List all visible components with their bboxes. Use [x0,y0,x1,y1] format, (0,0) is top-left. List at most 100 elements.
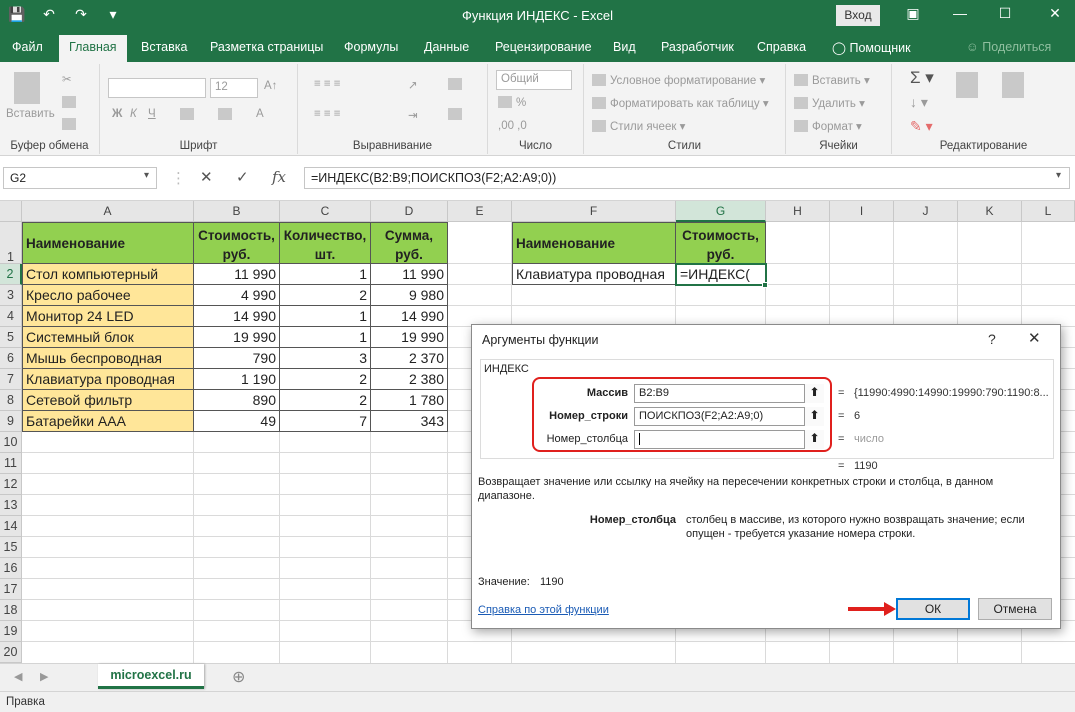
table-cell-name[interactable]: Батарейки ААА [22,411,194,432]
maximize-icon[interactable]: ☐ [990,5,1020,22]
table-cell[interactable]: 19 990 [194,327,280,348]
fill-icon[interactable]: ↓ ▾ [910,94,928,111]
font-name-select[interactable] [108,78,206,98]
table-cell[interactable]: 9 980 [371,285,448,306]
table-cell[interactable]: 790 [194,348,280,369]
table-cell[interactable]: 2 [280,390,371,411]
format-cells-button[interactable]: Формат ▾ [794,119,862,133]
row-header[interactable]: 3 [0,285,22,306]
table-cell-name[interactable]: Мышь беспроводная [22,348,194,369]
decimal-icon[interactable]: ,00 ,0 [498,120,527,132]
table-header-cell[interactable]: Сумма, руб. [371,222,448,264]
format-table-button[interactable]: Форматировать как таблицу ▾ [592,96,769,110]
column-header[interactable]: D [371,201,448,222]
grow-font-icon[interactable]: A↑ [264,80,277,92]
fill-color-icon[interactable] [218,108,236,121]
column-header[interactable]: F [512,201,676,222]
paste-icon[interactable] [14,72,40,104]
table-cell[interactable]: 14 990 [194,306,280,327]
orientation-icon[interactable]: ↗ [408,78,418,92]
table-cell[interactable]: 1 780 [371,390,448,411]
column-header-selected[interactable]: G [676,201,766,222]
table-cell[interactable]: 1 190 [194,369,280,390]
fill-handle[interactable] [762,282,768,288]
row-header[interactable]: 14 [0,516,22,537]
align-left-icon[interactable]: ≡ ≡ ≡ [314,108,341,120]
cell-styles-button[interactable]: Стили ячеек ▾ [592,119,685,133]
column-header[interactable]: A [22,201,194,222]
table-cell-name[interactable]: Кресло рабочее [22,285,194,306]
table-cell[interactable]: 11 990 [194,264,280,285]
font-size-select[interactable]: 12 [210,78,258,98]
sheet-next-icon[interactable]: ▶ [40,670,48,683]
table-cell[interactable]: 890 [194,390,280,411]
autosum-icon[interactable]: Σ ▾ [910,68,934,88]
column-header[interactable]: E [448,201,512,222]
formula-input[interactable]: =ИНДЕКС(B2:B9;ПОИСКПОЗ(F2;A2:A9;0)) [304,167,1070,189]
italic-icon[interactable]: К [130,108,137,120]
lookup-header-cost[interactable]: Стоимость, руб. [676,222,766,264]
number-format-select[interactable]: Общий [496,70,572,90]
tab-review[interactable]: Рецензирование [495,40,592,54]
table-header-cell[interactable]: Количество, шт. [280,222,371,264]
underline-icon[interactable]: Ч [148,108,156,120]
table-cell[interactable]: 2 370 [371,348,448,369]
tab-data[interactable]: Данные [424,40,469,54]
column-header[interactable]: H [766,201,830,222]
table-header-cell[interactable]: Стоимость, руб. [194,222,280,264]
table-cell[interactable]: 2 [280,369,371,390]
table-cell[interactable]: 2 380 [371,369,448,390]
signin-button[interactable]: Вход [836,5,880,26]
table-cell-name[interactable]: Сетевой фильтр [22,390,194,411]
align-top-icon[interactable]: ≡ ≡ ≡ [314,78,341,90]
enter-icon[interactable]: ✓ [236,168,249,186]
row-header[interactable]: 5 [0,327,22,348]
row-header[interactable]: 20 [0,642,22,663]
conditional-format-button[interactable]: Условное форматирование ▾ [592,73,765,87]
column-header[interactable]: L [1022,201,1075,222]
row-header[interactable]: 18 [0,600,22,621]
tab-insert[interactable]: Вставка [141,40,187,54]
tab-help[interactable]: Справка [757,40,806,54]
find-select-icon[interactable] [1002,72,1028,99]
row-header[interactable]: 13 [0,495,22,516]
row-header[interactable]: 8 [0,390,22,411]
row-header[interactable]: 4 [0,306,22,327]
row-header[interactable]: 9 [0,411,22,432]
column-header[interactable]: B [194,201,280,222]
cancel-button[interactable]: Отмена [978,598,1052,620]
table-header-cell[interactable]: Наименование [22,222,194,264]
row-header[interactable]: 6 [0,348,22,369]
row-header[interactable]: 16 [0,558,22,579]
ribbon-options-icon[interactable]: ▣ [898,5,928,22]
table-cell-name[interactable]: Клавиатура проводная [22,369,194,390]
clear-icon[interactable]: ✎ ▾ [910,118,933,135]
name-box[interactable]: G2 [3,167,157,189]
table-cell[interactable]: 1 [280,306,371,327]
close-icon[interactable]: ✕ [1028,329,1041,347]
row-header[interactable]: 19 [0,621,22,642]
expand-formula-icon[interactable]: ▾ [1056,170,1061,181]
row-header[interactable]: 11 [0,453,22,474]
column-header[interactable]: C [280,201,371,222]
paste-button[interactable]: Вставить [6,108,55,120]
close-icon[interactable]: ✕ [1040,5,1070,22]
column-header[interactable]: K [958,201,1022,222]
add-sheet-icon[interactable]: ⊕ [232,667,245,687]
table-cell[interactable]: 3 [280,348,371,369]
table-cell[interactable]: 49 [194,411,280,432]
wrap-text-icon[interactable] [448,78,466,91]
row-header[interactable]: 12 [0,474,22,495]
tab-formulas[interactable]: Формулы [344,40,398,54]
cancel-icon[interactable]: ✕ [200,168,213,186]
table-cell[interactable]: 343 [371,411,448,432]
column-header[interactable]: I [830,201,894,222]
currency-icon[interactable]: % [498,96,526,109]
cut-icon[interactable]: ✂ [62,72,72,86]
row-header[interactable]: 15 [0,537,22,558]
table-cell[interactable]: 19 990 [371,327,448,348]
table-cell[interactable]: 2 [280,285,371,306]
row-header[interactable]: 7 [0,369,22,390]
tab-view[interactable]: Вид [613,40,636,54]
lookup-header-name[interactable]: Наименование [512,222,676,264]
